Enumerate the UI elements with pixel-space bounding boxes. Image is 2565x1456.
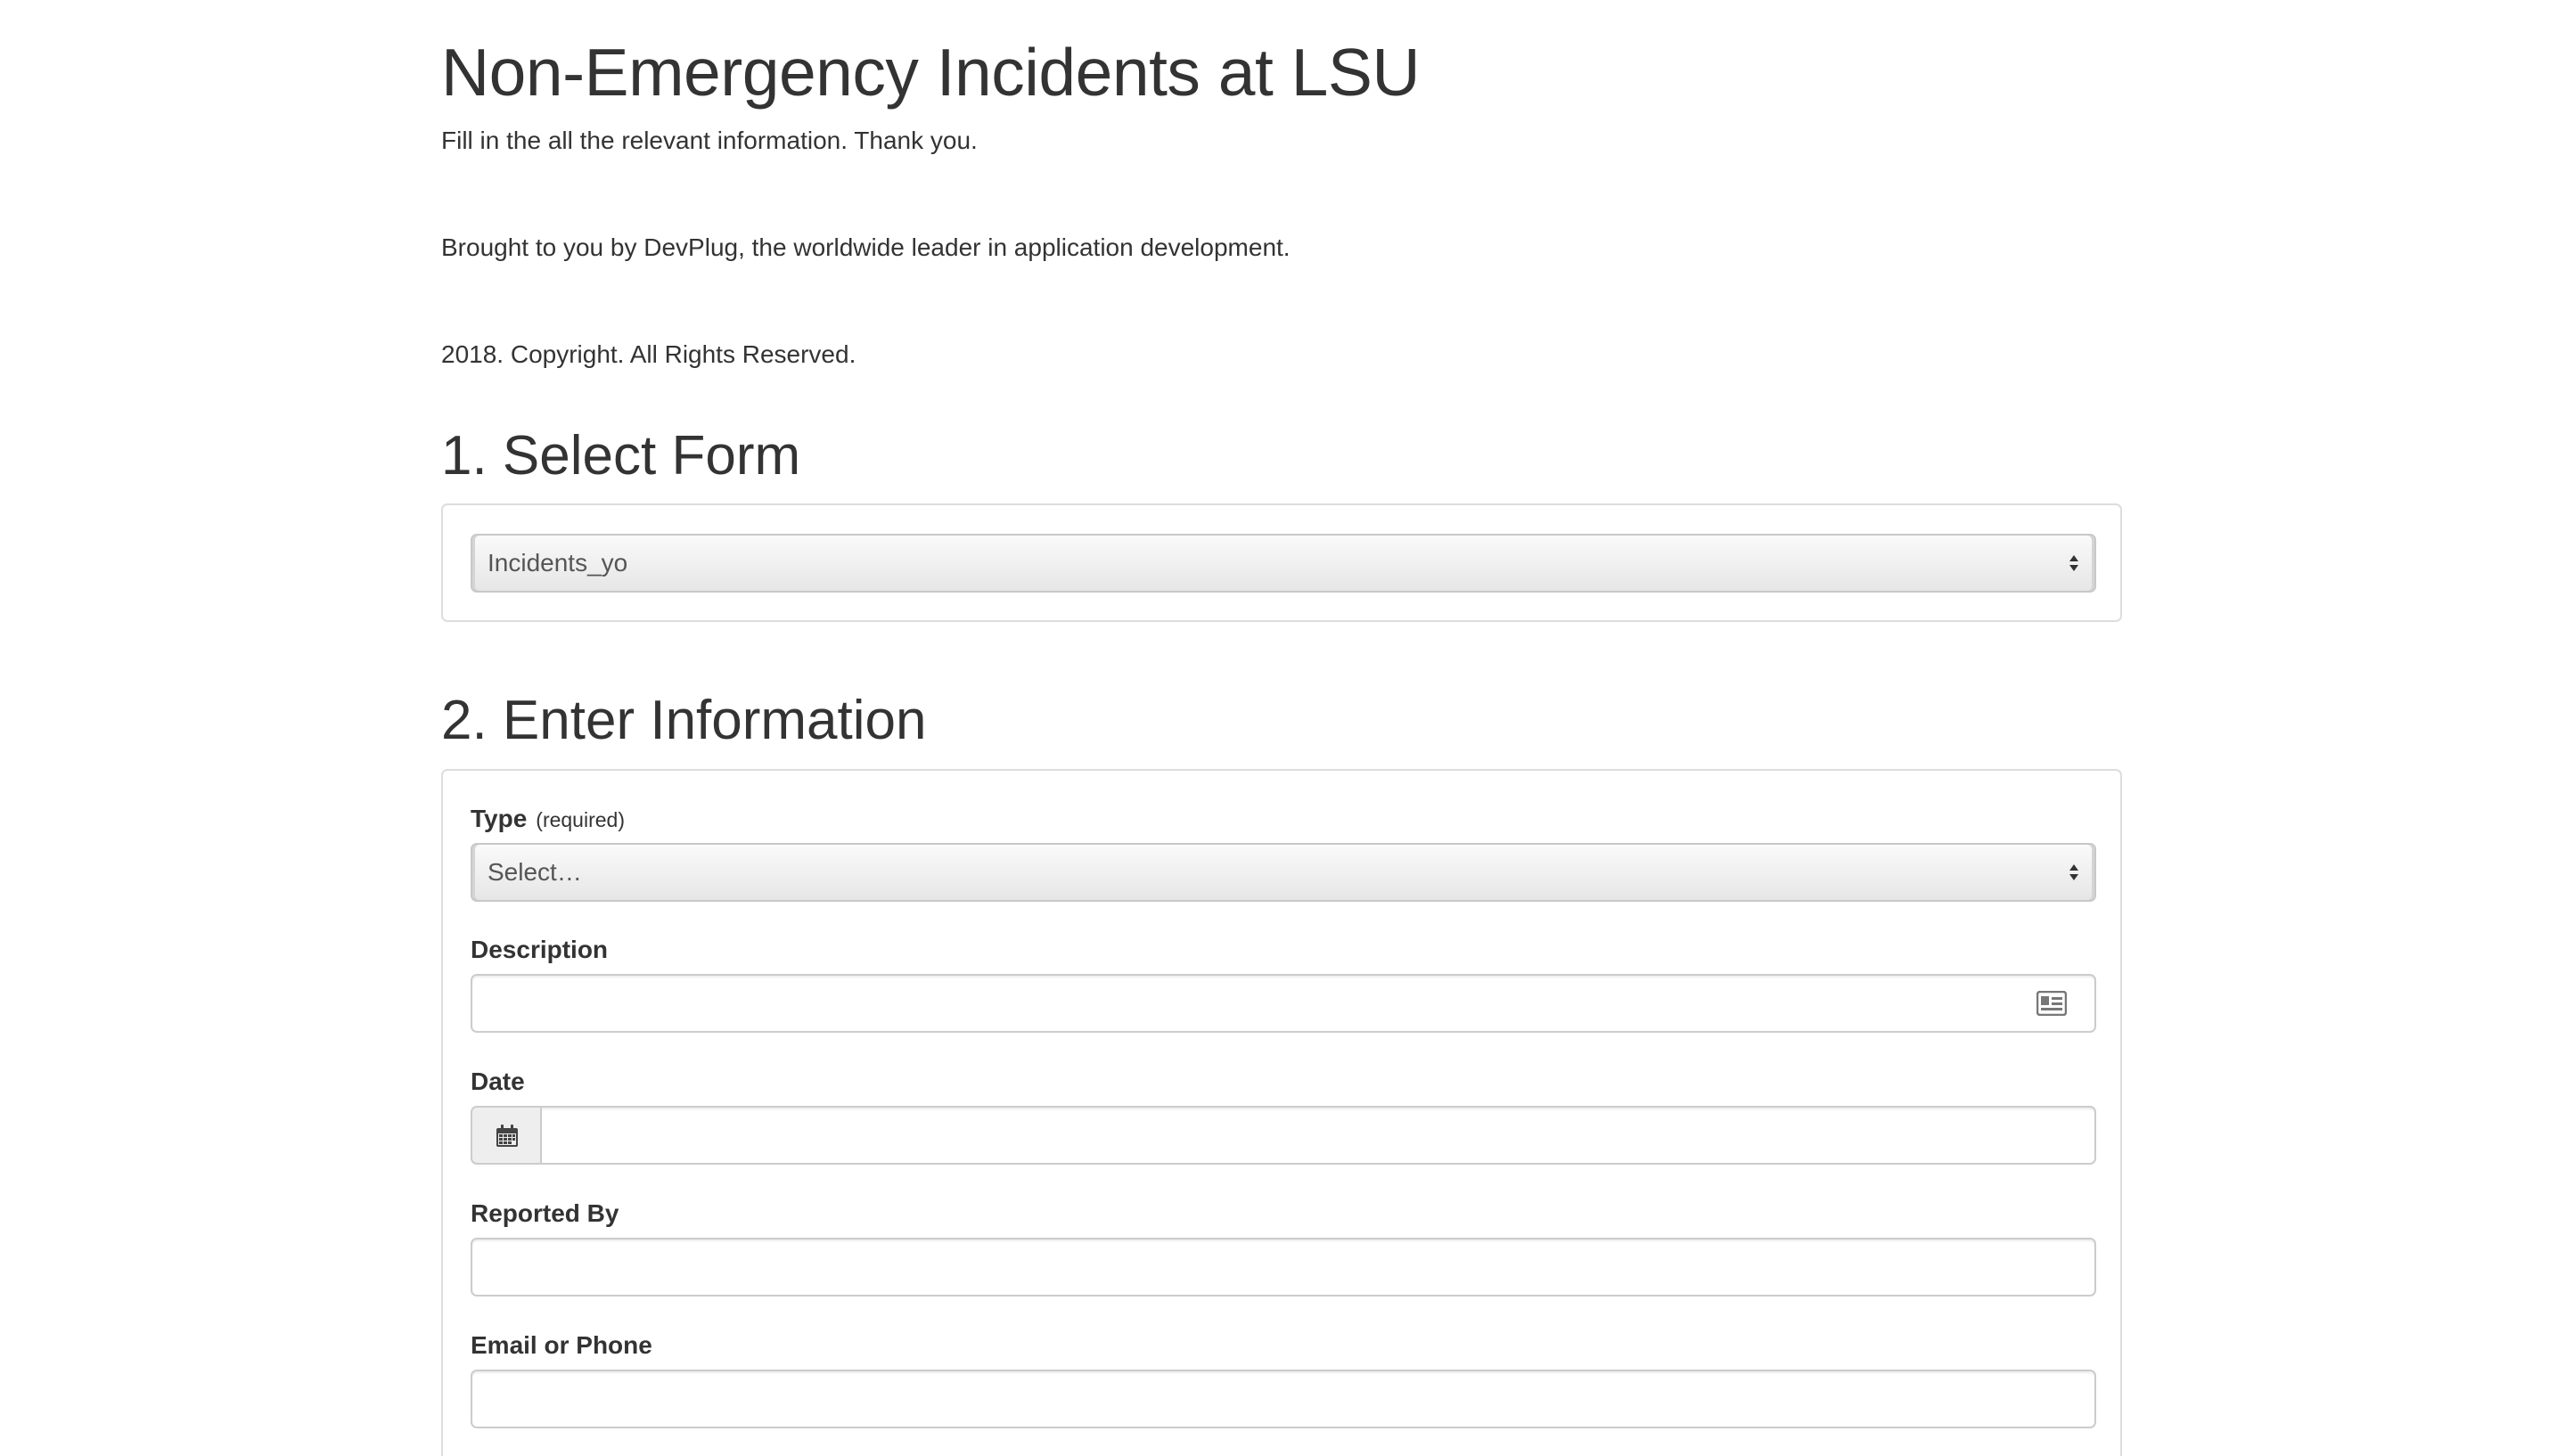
date-input-group — [471, 1106, 2096, 1165]
id-card-icon — [2036, 991, 2067, 1016]
email-or-phone-input[interactable] — [471, 1370, 2096, 1428]
date-label: Date — [471, 1067, 525, 1095]
select-arrows-icon — [2069, 555, 2078, 571]
required-indicator: (required) — [536, 808, 625, 831]
page-title: Non-Emergency Incidents at LSU — [441, 35, 1421, 110]
type-label: Type (required) — [471, 803, 625, 836]
select-form-heading: 1. Select Form — [441, 425, 801, 487]
calendar-icon — [496, 1125, 518, 1147]
credit-text: Brought to you by DevPlug, the worldwide… — [441, 233, 1291, 261]
enter-information-heading: 2. Enter Information — [441, 690, 927, 751]
email-or-phone-label: Email or Phone — [471, 1331, 652, 1359]
date-addon[interactable] — [471, 1106, 540, 1165]
type-select-value: Select… — [488, 858, 582, 886]
date-input[interactable] — [540, 1106, 2096, 1165]
page-subtitle: Fill in the all the relevant information… — [441, 127, 978, 154]
select-arrows-icon — [2069, 864, 2078, 880]
type-select[interactable]: Select… — [471, 843, 2096, 902]
form-select[interactable]: Incidents_yo — [471, 534, 2096, 593]
reported-by-input[interactable] — [471, 1238, 2096, 1296]
type-label-text: Type — [471, 805, 528, 832]
form-select-value: Incidents_yo — [488, 549, 628, 577]
description-label: Description — [471, 936, 609, 963]
select-form-panel: Incidents_yo — [441, 503, 2122, 622]
description-input[interactable] — [471, 974, 2096, 1033]
copyright-text: 2018. Copyright. All Rights Reserved. — [441, 340, 856, 368]
enter-information-panel: Type (required) Select… Description Date — [441, 769, 2122, 1456]
reported-by-label: Reported By — [471, 1199, 619, 1227]
